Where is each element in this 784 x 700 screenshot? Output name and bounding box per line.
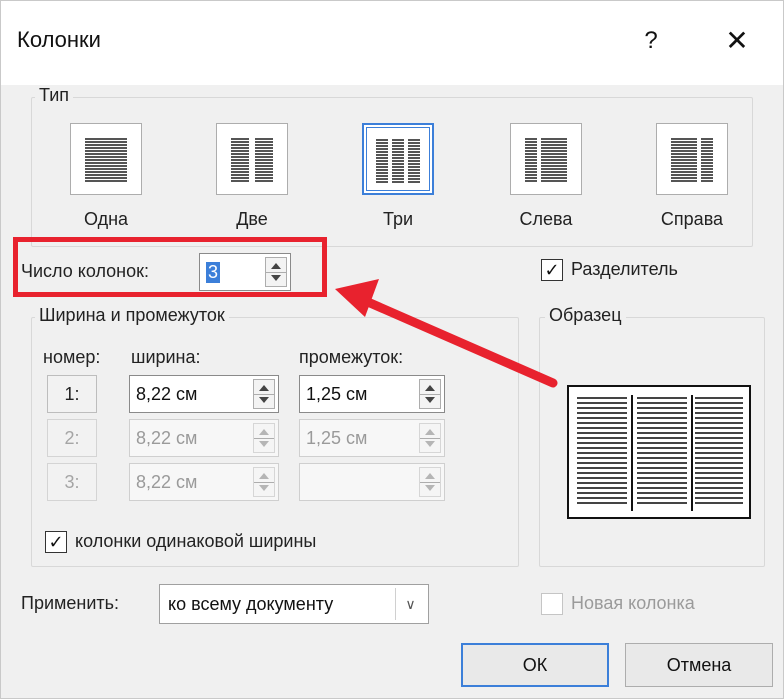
apply-select-value: ко всему документу	[168, 594, 334, 614]
col-width-3: 8,22 см	[129, 463, 279, 501]
annotation-highlight-box	[13, 237, 327, 297]
left-column-icon	[510, 123, 582, 195]
cancel-button[interactable]: Отмена	[625, 643, 773, 687]
col-width-2-value: 8,22 см	[136, 428, 198, 448]
type-option-one-label: Одна	[83, 209, 129, 229]
col-number-header: номер:	[43, 347, 101, 367]
equal-width-label: колонки одинаковой ширины	[75, 531, 317, 551]
help-button[interactable]: ?	[631, 21, 671, 61]
close-button[interactable]: ✕	[717, 21, 757, 61]
col-spacing-1[interactable]: 1,25 см	[299, 375, 445, 413]
preview-group-label: Образец	[545, 305, 626, 326]
col-spacing-header: промежуток:	[299, 347, 404, 367]
col-number-1[interactable]: 1:	[47, 375, 97, 413]
type-option-left-label: Слева	[519, 209, 573, 229]
type-option-three[interactable]: Три	[343, 123, 453, 230]
right-column-icon	[656, 123, 728, 195]
apply-select[interactable]: ко всему документу ∨	[159, 584, 429, 624]
type-option-three-label: Три	[382, 209, 414, 229]
type-option-two-label: Две	[236, 209, 268, 229]
new-column-checkbox	[541, 593, 563, 615]
preview-sample	[567, 385, 751, 519]
width-spacing-group-label: Ширина и промежуток	[35, 305, 229, 326]
col-width-3-value: 8,22 см	[136, 472, 198, 492]
dialog-title: Колонки	[17, 27, 101, 52]
ok-button[interactable]: ОК	[461, 643, 609, 687]
type-option-two[interactable]: Две	[197, 123, 307, 230]
col-width-2: 8,22 см	[129, 419, 279, 457]
title-bar: Колонки ? ✕	[1, 1, 783, 85]
col-number-2: 2:	[47, 419, 97, 457]
two-columns-icon	[216, 123, 288, 195]
type-group-label: Тип	[35, 85, 74, 106]
col-spacing-1-value: 1,25 см	[306, 384, 368, 404]
col-width-1[interactable]: 8,22 см	[129, 375, 279, 413]
col-width-1-value: 8,22 см	[136, 384, 198, 404]
separator-checkbox[interactable]: ✓	[541, 259, 563, 281]
col-spacing-2-value: 1,25 см	[306, 428, 368, 448]
col-number-3: 3:	[47, 463, 97, 501]
col-spacing-3	[299, 463, 445, 501]
col-spacing-1-stepper[interactable]	[419, 379, 441, 409]
type-option-right[interactable]: Справа	[637, 123, 747, 230]
equal-width-checkbox[interactable]: ✓	[45, 531, 67, 553]
columns-dialog: Колонки ? ✕ Тип Одна Две Три Слева Справ…	[0, 0, 784, 699]
col-width-header: ширина:	[131, 347, 201, 367]
type-option-right-label: Справа	[660, 209, 724, 229]
one-column-icon	[70, 123, 142, 195]
type-option-one[interactable]: Одна	[51, 123, 161, 230]
apply-label: Применить:	[21, 593, 120, 613]
new-column-label: Новая колонка	[571, 593, 695, 613]
three-columns-icon	[362, 123, 434, 195]
separator-label: Разделитель	[571, 259, 678, 279]
col-spacing-2: 1,25 см	[299, 419, 445, 457]
chevron-down-icon[interactable]: ∨	[395, 588, 425, 620]
col-width-1-stepper[interactable]	[253, 379, 275, 409]
type-option-left[interactable]: Слева	[491, 123, 601, 230]
